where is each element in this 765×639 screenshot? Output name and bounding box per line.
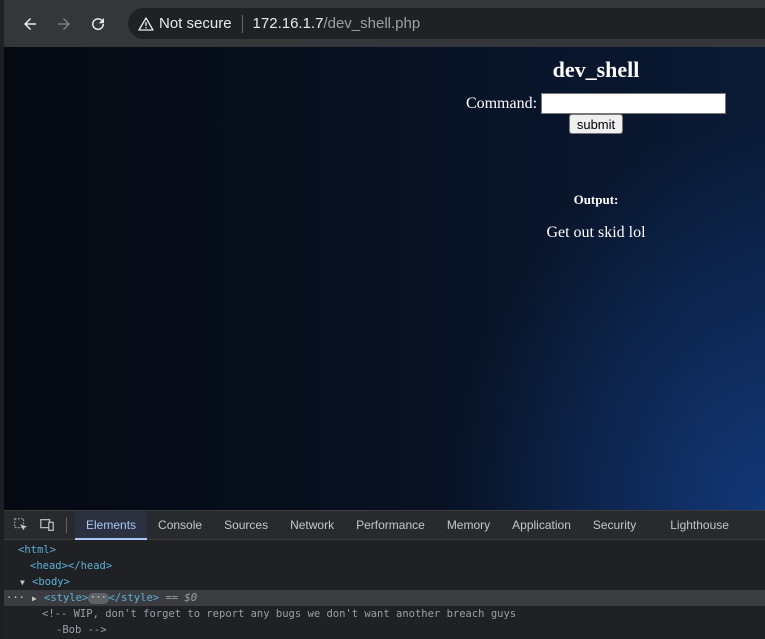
command-row: Command: [420,93,765,114]
dom-node-html[interactable]: <html> [4,542,765,558]
tab-security[interactable]: Security [582,511,647,540]
more-options-icon[interactable]: ··· [6,590,25,606]
submit-button[interactable]: submit [568,114,624,134]
page-content: dev_shell Command: submit Output: Get ou… [420,47,765,242]
dom-head-tag: <head></head> [30,560,113,572]
inspect-element-icon[interactable] [12,516,30,534]
omnibox-divider [241,14,243,33]
device-toolbar-icon[interactable] [38,516,56,534]
output-label: Output: [573,192,619,207]
command-input[interactable] [541,93,727,114]
dom-node-body[interactable]: ▼ <body> [4,574,765,590]
back-icon[interactable] [18,12,42,36]
url-path[interactable]: /dev_shell.php [323,15,420,32]
submit-row: submit [420,114,765,134]
dom-tree: <html> <head></head> ▼ <body> ··· ▶ <style>… [4,540,765,638]
selected-node-marker: == $0 [165,592,198,604]
tab-lighthouse[interactable]: Lighthouse [659,511,740,540]
dom-node-style[interactable]: ··· ▶ <style> ··· </style> == $0 [4,590,765,606]
address-bar[interactable]: Not secure 172.16.1.7/dev_shell.php [128,8,765,39]
page-viewport: dev_shell Command: submit Output: Get ou… [4,47,765,510]
dom-comment-line1: <!-- WIP, don't forget to report any bug… [42,608,517,620]
browser-toolbar: Not secure 172.16.1.7/dev_shell.php [0,0,765,47]
security-label[interactable]: Not secure [159,15,232,32]
dom-node-head[interactable]: <head></head> [4,558,765,574]
ellipsis-icon[interactable]: ··· [88,592,109,604]
tab-elements[interactable]: Elements [75,510,148,540]
tabbar-divider [66,517,67,533]
expand-triangle-icon[interactable]: ▼ [20,575,32,591]
tab-application[interactable]: Application [501,511,582,540]
output-text: Get out skid lol [546,224,646,241]
dom-html-tag: <html> [18,544,56,556]
page-title: dev_shell [552,57,640,82]
collapse-triangle-icon[interactable]: ▶ [32,591,44,607]
dom-node-comment[interactable]: <!-- WIP, don't forget to report any bug… [4,606,765,622]
dom-comment-line2: -Bob --> [56,624,107,636]
devtools-panel: Elements Console Sources Network Perform… [4,510,765,639]
tab-sources[interactable]: Sources [213,511,279,540]
url-host[interactable]: 172.16.1.7 [253,15,324,32]
devtools-tabbar: Elements Console Sources Network Perform… [4,510,765,540]
forward-icon[interactable] [52,12,76,36]
reload-icon[interactable] [86,12,110,36]
warning-icon[interactable] [138,16,154,32]
dom-style-close-tag: </style> [108,592,160,604]
tab-console[interactable]: Console [147,511,213,540]
tab-performance[interactable]: Performance [345,511,436,540]
dom-node-comment-cont[interactable]: -Bob --> [4,622,765,638]
dom-style-open-tag: <style> [44,592,89,604]
tab-network[interactable]: Network [279,511,345,540]
tab-memory[interactable]: Memory [436,511,501,540]
command-label: Command: [465,94,538,112]
dom-body-tag: <body> [32,576,70,588]
